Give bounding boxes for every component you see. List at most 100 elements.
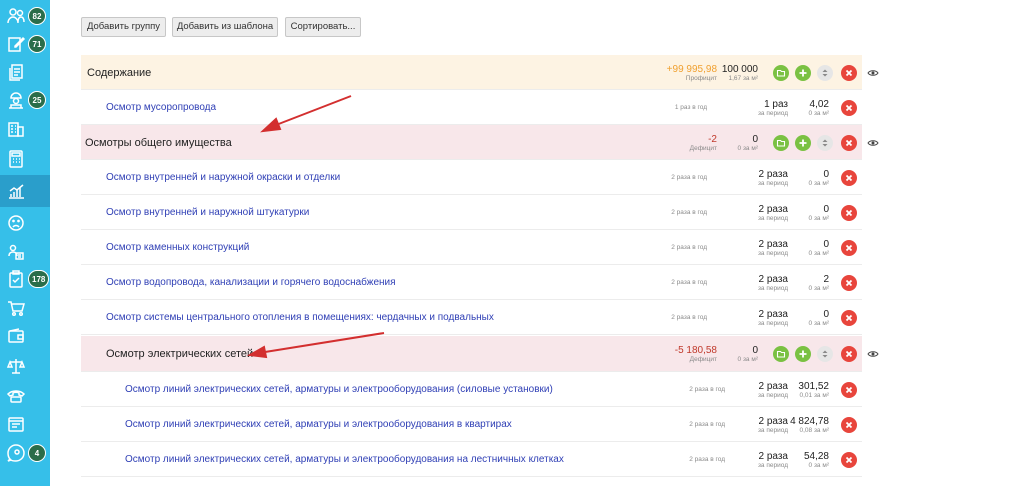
service-link[interactable]: Осмотр водопровода, канализации и горяче… — [106, 277, 396, 288]
count-label: за период — [757, 179, 788, 187]
delete-icon[interactable] — [841, 274, 857, 291]
service-link[interactable]: Осмотр мусоропровода — [106, 102, 216, 113]
calculator-icon — [6, 149, 26, 169]
amount-value: 0 — [823, 203, 829, 215]
sort-button[interactable]: Сортировать... — [285, 17, 361, 37]
eye-icon[interactable] — [867, 348, 879, 360]
sad-face-icon — [6, 213, 26, 233]
delete-icon[interactable] — [841, 346, 857, 362]
folder-add-icon[interactable] — [773, 64, 789, 81]
service-link[interactable]: Осмотр внутренней и наружной окраски и о… — [106, 172, 340, 183]
add-group-button[interactable]: Добавить группу — [81, 17, 166, 37]
service-row: Осмотр системы центрального отопления в … — [81, 300, 862, 335]
sidebar-item-phone[interactable] — [0, 379, 50, 411]
add-icon[interactable] — [795, 64, 811, 81]
amount-value: 2 — [823, 273, 829, 285]
sidebar-item-building[interactable] — [0, 112, 50, 144]
service-row: Осмотр каменных конструкций 2 раза в год 2… — [81, 230, 862, 265]
service-link[interactable]: Осмотр каменных конструкций — [106, 242, 249, 253]
amount-per-sqm: 0 за м² — [737, 356, 758, 363]
frequency-label: 2 раза в год — [689, 455, 725, 463]
sidebar-badge: 82 — [28, 7, 46, 25]
amount-per-sqm: 0 за м² — [808, 284, 829, 292]
add-icon[interactable] — [795, 346, 811, 362]
amount-value: 0 — [823, 308, 829, 320]
group-row: Осмотры общего имущества -2 Дефицит 0 0 за м… — [81, 125, 862, 160]
delete-icon[interactable] — [841, 64, 857, 81]
sidebar-item-calculator[interactable] — [0, 143, 50, 175]
group-row: Содержание +99 995,98 Профицит 100 000 1,67 … — [81, 55, 862, 90]
delete-icon[interactable] — [841, 204, 857, 221]
amount-value: 54,28 — [803, 450, 829, 462]
frequency-label: 2 раза в год — [689, 420, 725, 428]
service-row: Осмотр внутренней и наружной штукатурки 2… — [81, 195, 862, 230]
service-link[interactable]: Осмотр линий электрических сетей, армату… — [125, 454, 564, 465]
amount-per-sqm: 0 за м² — [808, 461, 829, 469]
sidebar-item-wallet[interactable] — [0, 320, 50, 352]
service-row: Осмотр линий электрических сетей, армату… — [81, 407, 862, 442]
sort-icon[interactable] — [817, 134, 833, 151]
delete-icon[interactable] — [841, 416, 857, 433]
edit-note-icon — [6, 34, 26, 54]
balance-value: +99 995,98 — [666, 63, 717, 75]
delete-icon[interactable] — [841, 381, 857, 398]
amount-value: 0 — [823, 238, 829, 250]
sidebar-item-clipboard[interactable]: 178 — [0, 263, 50, 295]
count-label: за период — [757, 426, 788, 434]
sort-icon[interactable] — [817, 64, 833, 81]
service-link[interactable]: Осмотр линий электрических сетей, армату… — [125, 419, 512, 430]
sidebar-item-list[interactable] — [0, 408, 50, 440]
frequency-label: 2 раза в год — [671, 243, 707, 251]
frequency-label: 2 раза в год — [671, 208, 707, 216]
folder-add-icon[interactable] — [773, 134, 789, 151]
wallet-icon — [6, 326, 26, 346]
sidebar-item-chart[interactable] — [0, 175, 50, 207]
folder-add-icon[interactable] — [773, 346, 789, 362]
chart-icon — [6, 181, 26, 201]
count-value: 2 раза — [758, 308, 789, 320]
count-label: за период — [757, 249, 788, 257]
amount-per-sqm: 0 за м² — [808, 249, 829, 257]
add-from-template-button[interactable]: Добавить из шаблона — [172, 17, 278, 37]
chat-location-icon — [6, 443, 26, 463]
sidebar-item-complaints[interactable] — [0, 207, 50, 239]
amount-per-sqm: 0 за м² — [808, 179, 829, 187]
frequency-label: 2 раза в год — [671, 313, 707, 321]
delete-icon[interactable] — [841, 451, 857, 468]
frequency-label: 2 раза в год — [689, 385, 725, 393]
users-group-icon — [6, 6, 26, 26]
delete-icon[interactable] — [841, 99, 857, 116]
amount-per-sqm: 0 за м² — [808, 109, 829, 117]
sidebar-item-scales[interactable] — [0, 350, 50, 382]
service-link[interactable]: Осмотр системы центрального отопления в … — [106, 312, 494, 323]
phone-icon — [6, 385, 26, 405]
amount-value: 100 000 — [721, 63, 758, 75]
eye-icon[interactable] — [867, 67, 879, 79]
amount-value: 301,52 — [798, 380, 829, 392]
service-link[interactable]: Осмотр внутренней и наружной штукатурки — [106, 207, 309, 218]
delete-icon[interactable] — [841, 239, 857, 256]
delete-icon[interactable] — [841, 169, 857, 186]
count-label: за период — [757, 284, 788, 292]
balance-value: -2 — [708, 133, 717, 145]
amount-per-sqm: 1,67 за м² — [728, 74, 759, 82]
delete-icon[interactable] — [841, 134, 857, 151]
service-row: Осмотр мусоропровода 1 раз в год 1 раз за п… — [81, 90, 862, 125]
service-row: Осмотр водопровода, канализации и горяче… — [81, 265, 862, 300]
count-label: за период — [757, 214, 788, 222]
group-title: Осмотр электрических сетей — [106, 348, 254, 360]
team-icon — [6, 242, 26, 262]
worker-icon — [6, 90, 26, 110]
group-title: Осмотры общего имущества — [85, 136, 232, 149]
delete-icon[interactable] — [841, 309, 857, 326]
sidebar-badge: 25 — [28, 91, 46, 109]
eye-icon[interactable] — [867, 137, 879, 149]
balance-label: Дефицит — [689, 356, 717, 363]
sort-icon[interactable] — [817, 346, 833, 362]
service-link[interactable]: Осмотр линий электрических сетей, армату… — [125, 384, 553, 395]
frequency-label: 1 раз в год — [674, 103, 707, 111]
frequency-label: 2 раза в год — [671, 173, 707, 181]
sidebar-item-chat[interactable]: 4 — [0, 437, 50, 469]
service-row: Осмотр внутренней и наружной окраски и о… — [81, 160, 862, 195]
add-icon[interactable] — [795, 134, 811, 151]
